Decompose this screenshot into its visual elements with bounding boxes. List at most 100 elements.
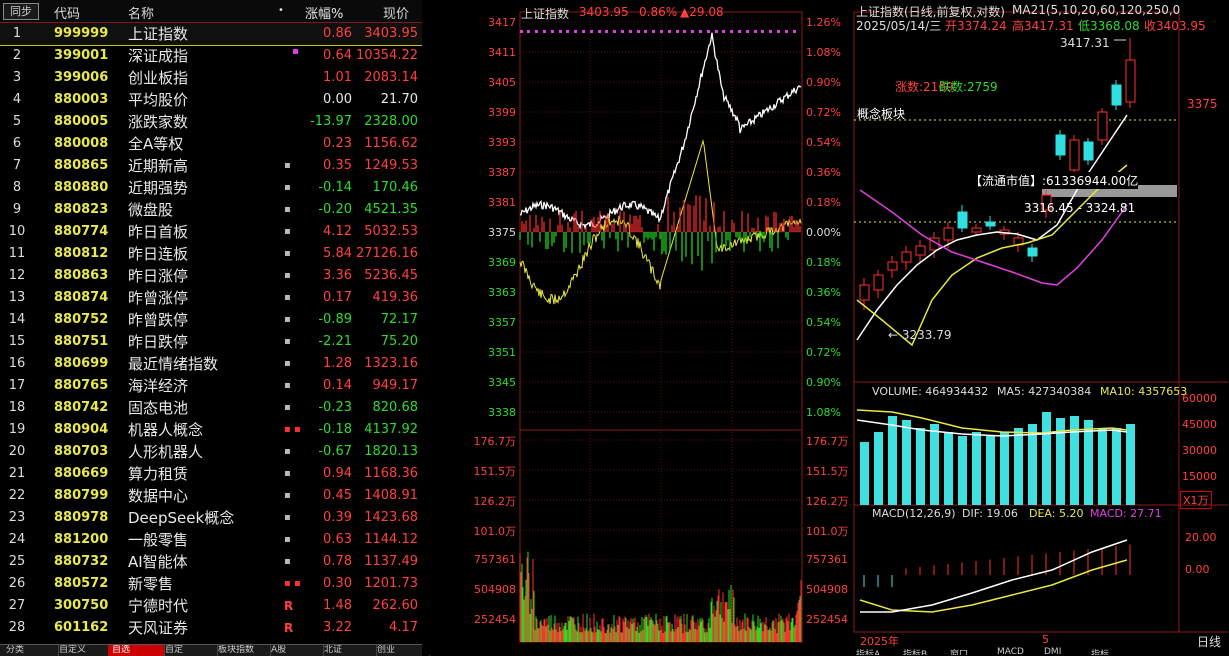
table-row[interactable]: 26 880572 新零售 ▪ ▪ 0.30 1201.73	[0, 573, 422, 595]
dif-label: DIF: 19.06	[962, 507, 1018, 520]
row-change: 0.17	[323, 290, 352, 305]
table-row[interactable]: 13 880874 昨曾涨停 ▪ 0.17 419.36	[0, 287, 422, 309]
signal-dot	[644, 30, 647, 33]
row-change: 0.23	[323, 136, 352, 151]
row-flag: ▪	[284, 534, 291, 545]
table-row[interactable]: 27 300750 宁德时代 R 1.48 262.60	[0, 595, 422, 617]
table-row[interactable]: 8 880880 近期强势 ▪ -0.14 170.46	[0, 177, 422, 199]
kline-tab-2[interactable]: 窗口	[950, 647, 968, 655]
row-price: 3403.95	[364, 26, 418, 41]
tab-1[interactable]: 自定义	[55, 645, 112, 656]
vol-axis-tick: 60000	[1182, 392, 1217, 405]
sync-button[interactable]: 同步	[3, 3, 39, 20]
table-row[interactable]: 12 880863 昨日涨停 ▪ 3.36 5236.45	[0, 265, 422, 287]
volume-bar	[1098, 428, 1107, 505]
table-row[interactable]: 7 880865 近期新高 ▪ 0.35 1249.53	[0, 155, 422, 177]
signal-dot	[582, 30, 585, 33]
tab-4[interactable]: 板块指数	[214, 645, 271, 656]
table-row[interactable]: 10 880774 昨日首板 ▪ 4.12 5032.53	[0, 221, 422, 243]
tab-2[interactable]: 自选	[108, 645, 165, 656]
table-row[interactable]: 25 880732 AI智能体 ▪ 0.78 1137.49	[0, 551, 422, 573]
tab-6[interactable]: 北证	[320, 645, 377, 656]
row-price: 5236.45	[364, 268, 418, 283]
intraday-chart[interactable]: 上证指数 3403.95 0.86% ▲29.08 3417 3411 3405 33…	[463, 0, 849, 655]
row-code: 880669	[54, 466, 109, 481]
table-row[interactable]: 6 880008 全A等权 0.23 1156.62	[0, 133, 422, 155]
table-row[interactable]: 24 881200 一般零售 ▪ 0.63 1144.12	[0, 529, 422, 551]
row-name: 人形机器人	[128, 443, 204, 461]
table-row[interactable]: 11 880812 昨日连板 ▪ 5.84 27126.16	[0, 243, 422, 265]
signal-dot	[793, 30, 796, 33]
header-change[interactable]: 涨幅%	[305, 3, 343, 22]
kline-tab-5[interactable]: 指标	[1091, 647, 1109, 655]
kline-tab-1[interactable]: 指标B	[903, 647, 927, 655]
table-row[interactable]: 28 601162 天风证券 R 3.22 4.17	[0, 617, 422, 639]
signal-dot	[676, 30, 679, 33]
row-name: 深证成指	[128, 47, 189, 65]
row-code: 880799	[54, 488, 109, 503]
row-change: -0.89	[318, 312, 352, 327]
table-row[interactable]: 22 880799 数据中心 ▪ 0.45 1408.91	[0, 485, 422, 507]
kline-tab-3[interactable]: MACD	[997, 647, 1024, 655]
signal-dot	[707, 30, 710, 33]
row-code: 880812	[54, 246, 109, 261]
x-label-month: 5	[1042, 633, 1049, 646]
table-row[interactable]: 21 880669 算力租赁 ▪ 0.94 1168.36	[0, 463, 422, 485]
row-code: 880904	[54, 422, 109, 437]
tab-3[interactable]: 自定	[161, 645, 218, 656]
candle-body	[1111, 84, 1122, 106]
row-code: 880742	[54, 400, 109, 415]
vol-axis-tick: 45000	[1182, 418, 1217, 431]
table-row[interactable]: 14 880752 昨曾跌停 ▪ -0.89 72.17	[0, 309, 422, 331]
row-name: 涨跌家数	[128, 113, 189, 131]
table-row[interactable]: 23 880978 DeepSeek概念 ▪ 0.39 1423.68	[0, 507, 422, 529]
signal-dot	[520, 30, 523, 33]
table-row[interactable]: 1 999999 上证指数 0.86 3403.95	[0, 23, 422, 46]
table-row[interactable]: 17 880765 海洋经济 ▪ 0.14 949.17	[0, 375, 422, 397]
header-price[interactable]: 现价	[383, 3, 409, 22]
tab-0[interactable]: 分类	[2, 645, 59, 656]
table-row[interactable]: 18 880742 固态电池 ▪ -0.23 820.68	[0, 397, 422, 419]
row-name: 昨日涨停	[128, 267, 189, 285]
kline-chart[interactable]: 上证指数(日线,前复权,对数) MA21(5,10,20,60,120,250,…	[852, 0, 1229, 655]
table-row[interactable]: 3 399006 创业板指 1.01 2083.14	[0, 67, 422, 89]
row-flag: ▪	[284, 446, 291, 457]
row-price: 1408.91	[364, 488, 418, 503]
vol-tick-right: 176.7万	[806, 435, 849, 448]
table-row[interactable]: 5 880005 涨跌家数 -13.97 2328.00	[0, 111, 422, 133]
row-index: 6	[12, 136, 22, 151]
daily-label[interactable]: 日线	[1197, 633, 1221, 650]
row-name: 昨日首板	[128, 223, 189, 241]
row-name: 机器人概念	[128, 421, 204, 439]
candle-body	[873, 274, 884, 291]
table-row[interactable]: 9 880823 微盘股 ▪ -0.20 4521.35	[0, 199, 422, 221]
table-row[interactable]: 19 880904 机器人概念 ▪ ▪ -0.18 4137.92	[0, 419, 422, 441]
pct-tick: 1.08%	[806, 46, 841, 59]
row-code: 880865	[54, 158, 109, 173]
table-row[interactable]: 2 399001 深证成指 ▪ 0.64 10354.22	[0, 45, 422, 67]
table-row[interactable]: 15 880751 昨日跌停 ▪ -2.21 75.20	[0, 331, 422, 353]
header-code[interactable]: 代码	[54, 3, 80, 22]
row-change: 1.48	[323, 598, 352, 613]
vol-tick-left: 504908	[474, 583, 516, 596]
tab-7[interactable]: 创业	[373, 645, 430, 656]
tab-5[interactable]: A股	[267, 645, 324, 656]
table-row[interactable]: 16 880699 最近情绪指数 ▪ 1.28 1323.16	[0, 353, 422, 375]
row-flag: R	[284, 621, 294, 635]
row-price: 1820.13	[364, 444, 418, 459]
row-change: -0.20	[318, 202, 352, 217]
kline-down-count: 跌数:2759	[939, 80, 998, 94]
kline-tab-0[interactable]: 指标A	[856, 647, 880, 655]
row-price: 1156.62	[364, 136, 418, 151]
row-flag: ▪	[292, 46, 299, 57]
signal-dot	[543, 30, 546, 33]
row-flag: ▪	[284, 380, 291, 391]
header-name[interactable]: 名称	[128, 3, 154, 22]
macd-axis-tick: 20.00	[1185, 531, 1217, 544]
table-row[interactable]: 20 880703 人形机器人 ▪ -0.67 1820.13	[0, 441, 422, 463]
signal-dot	[691, 30, 694, 33]
table-row[interactable]: 4 880003 平均股价 0.00 21.70	[0, 89, 422, 111]
row-code: 880774	[54, 224, 109, 239]
row-flag: ▪	[284, 512, 291, 523]
kline-tab-4[interactable]: DMI	[1044, 647, 1061, 655]
